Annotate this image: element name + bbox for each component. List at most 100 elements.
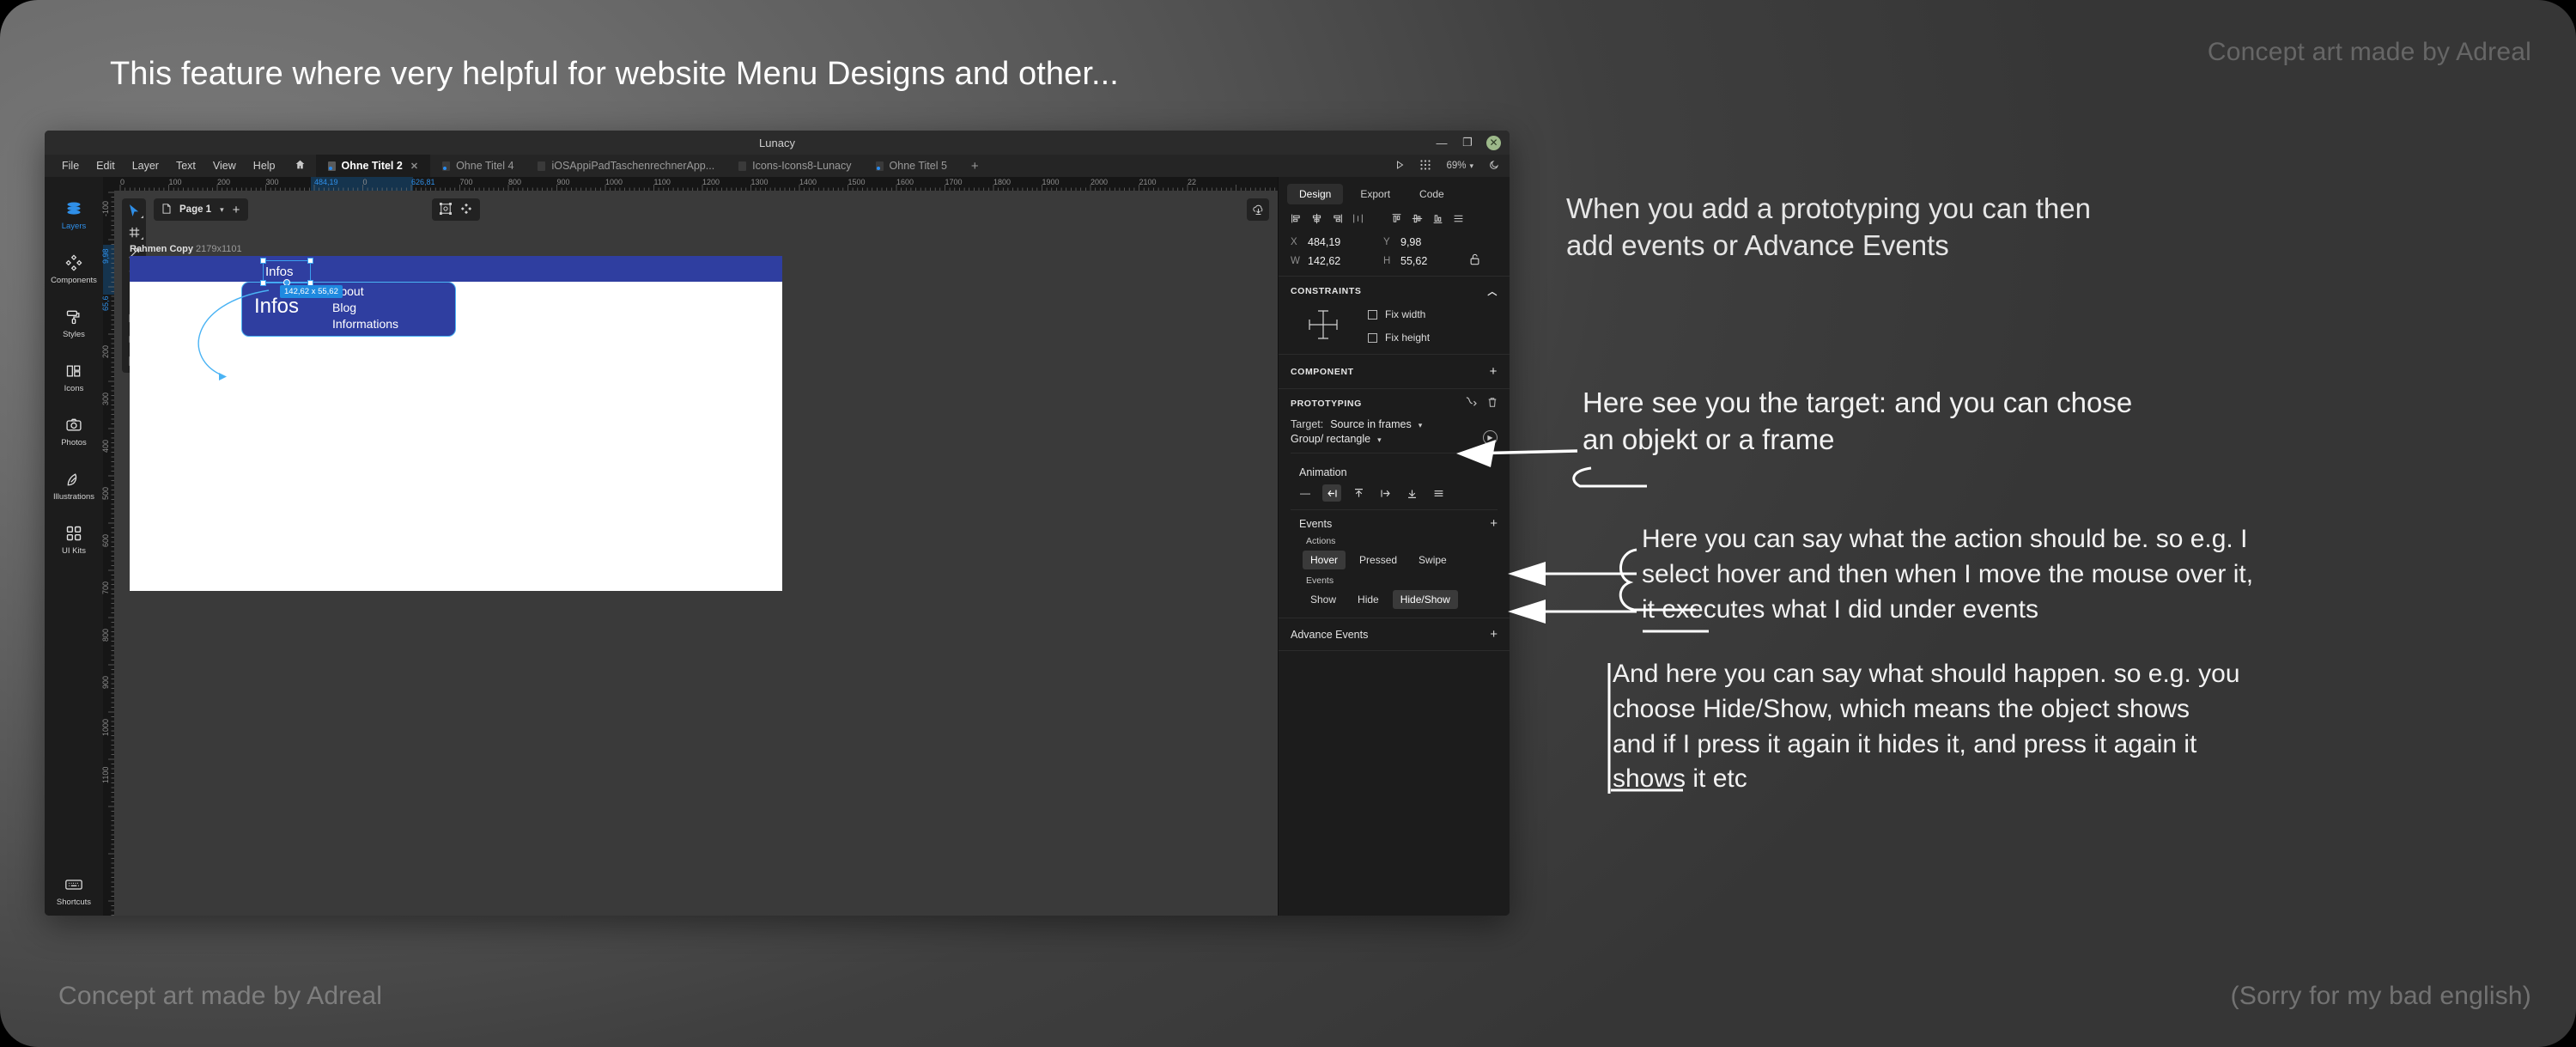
doc-tab-2[interactable]: iOSAppiPadTaschenrechnerApp... <box>526 155 726 177</box>
y-value[interactable]: 9,98 <box>1400 236 1476 248</box>
menu-file[interactable]: File <box>53 155 88 177</box>
file-dot-icon <box>538 161 546 171</box>
resize-handle[interactable] <box>260 258 266 264</box>
cloud-upload-icon[interactable] <box>1247 198 1269 221</box>
animation-menu-icon[interactable] <box>1429 484 1448 502</box>
sidebar-item-illustrations[interactable]: Illustrations <box>45 470 103 502</box>
trash-icon[interactable] <box>1487 397 1498 411</box>
align-bottom-icon[interactable] <box>1432 213 1443 227</box>
maximize-button[interactable]: ❐ <box>1461 136 1474 149</box>
chevron-down-icon[interactable]: ▾ <box>1377 435 1382 445</box>
sidebar-item-styles[interactable]: Styles <box>45 307 103 339</box>
sidebar-item-ui-kits[interactable]: UI Kits <box>45 524 103 556</box>
add-event-button[interactable]: + <box>1490 516 1498 531</box>
add-advance-event-button[interactable]: + <box>1490 627 1498 642</box>
dropdown-link[interactable]: Informations <box>332 318 398 330</box>
dark-mode-moon-icon[interactable] <box>1489 160 1499 173</box>
chevron-down-icon[interactable]: ▾ <box>220 205 224 215</box>
fix-width-checkbox[interactable]: Fix width <box>1368 308 1430 320</box>
page-selector[interactable]: Page 1 ▾ + <box>154 198 249 221</box>
doc-tab-3[interactable]: Icons-Icons8-Lunacy <box>726 155 863 177</box>
fix-height-label: Fix height <box>1385 332 1431 344</box>
animation-slide-down-icon[interactable] <box>1402 484 1421 502</box>
selection-bounding-box[interactable]: Infos <box>260 258 313 286</box>
icons-icon <box>64 362 83 380</box>
h-value[interactable]: 55,62 <box>1400 255 1476 267</box>
new-tab-button[interactable]: + <box>959 159 991 173</box>
play-icon[interactable]: ▶ <box>1483 430 1498 445</box>
components-diamond-icon[interactable] <box>460 203 472 217</box>
resize-handle[interactable] <box>260 280 266 286</box>
close-button[interactable]: ✕ <box>1486 135 1501 150</box>
sidebar-item-shortcuts[interactable]: Shortcuts <box>45 875 103 907</box>
menu-help[interactable]: Help <box>245 155 284 177</box>
more-align-icon[interactable] <box>1453 213 1464 227</box>
doc-tab-4[interactable]: Ohne Titel 5 <box>864 155 959 177</box>
menu-text[interactable]: Text <box>167 155 204 177</box>
event-hide-show[interactable]: Hide/Show <box>1392 590 1458 609</box>
artboard[interactable]: Infos About Blog Informations Infos 142,… <box>130 256 782 591</box>
sidebar-item-layers[interactable]: Layers <box>45 199 103 231</box>
select-tool[interactable] <box>125 203 143 218</box>
target-value-2[interactable]: Group/ rectangle <box>1291 433 1370 445</box>
chevron-down-icon[interactable]: ▾ <box>1469 161 1473 171</box>
animation-slide-left-icon[interactable] <box>1322 484 1341 502</box>
menu-edit[interactable]: Edit <box>88 155 124 177</box>
constraint-cross[interactable] <box>1291 307 1346 345</box>
action-swipe[interactable]: Swipe <box>1411 551 1455 569</box>
sidebar-item-components[interactable]: Components <box>45 253 103 285</box>
align-center-h-icon[interactable] <box>1311 213 1322 227</box>
doc-tab-0[interactable]: Ohne Titel 2 ✕ <box>315 155 431 177</box>
animation-options: — <box>1291 484 1498 502</box>
doc-tab-1[interactable]: Ohne Titel 4 <box>430 155 526 177</box>
home-icon[interactable] <box>284 159 316 173</box>
artboard-label: Rahmen Copy 2179x1101 <box>130 244 242 254</box>
tab-design[interactable]: Design <box>1287 184 1344 204</box>
minimize-button[interactable]: — <box>1435 136 1449 149</box>
dropdown-link[interactable]: Blog <box>332 301 398 313</box>
sidebar-item-icons[interactable]: Icons <box>45 362 103 393</box>
present-play-icon[interactable] <box>1394 160 1405 173</box>
animation-slide-right-icon[interactable] <box>1376 484 1394 502</box>
tab-export[interactable]: Export <box>1348 184 1402 204</box>
target-value[interactable]: Source in frames <box>1330 418 1411 430</box>
menu-layer[interactable]: Layer <box>124 155 167 177</box>
align-top-icon[interactable] <box>1391 213 1402 227</box>
inspector-tabs: Design Export Code <box>1279 177 1510 210</box>
align-middle-icon[interactable] <box>1412 213 1423 227</box>
doc-tab-label: Ohne Titel 4 <box>456 160 514 172</box>
design-canvas[interactable]: Page 1 ▾ + Rahmen Copy 2179x1101 Infos A… <box>114 191 1278 916</box>
prototype-link-icon[interactable] <box>1465 397 1477 411</box>
chevron-up-icon[interactable]: ︿ <box>1487 284 1498 298</box>
fix-height-checkbox[interactable]: Fix height <box>1368 332 1430 344</box>
shape-tool[interactable] <box>125 224 143 240</box>
animation-none-icon[interactable]: — <box>1296 484 1315 502</box>
doc-tab-label: Ohne Titel 5 <box>889 160 947 172</box>
w-value[interactable]: 142,62 <box>1308 255 1383 267</box>
x-value[interactable]: 484,19 <box>1308 236 1383 248</box>
menu-view[interactable]: View <box>204 155 245 177</box>
align-left-icon[interactable] <box>1291 213 1302 227</box>
action-pressed[interactable]: Pressed <box>1352 551 1405 569</box>
close-tab-icon[interactable]: ✕ <box>410 161 418 172</box>
animation-slide-up-icon[interactable] <box>1349 484 1368 502</box>
chevron-down-icon[interactable]: ▾ <box>1419 421 1423 430</box>
resize-handle[interactable] <box>307 258 313 264</box>
distribute-h-icon[interactable] <box>1352 213 1364 227</box>
sidebar-item-photos[interactable]: Photos <box>45 416 103 447</box>
zoom-level[interactable]: 69% <box>1446 161 1466 171</box>
tab-code[interactable]: Code <box>1407 184 1456 204</box>
event-hide[interactable]: Hide <box>1350 590 1387 609</box>
frame-select-icon[interactable] <box>439 202 453 217</box>
event-show[interactable]: Show <box>1303 590 1344 609</box>
checkbox-icon[interactable] <box>1368 332 1377 343</box>
unlocked-padlock-icon[interactable] <box>1469 253 1480 268</box>
add-component-button[interactable]: + <box>1490 364 1498 379</box>
add-page-button[interactable]: + <box>233 203 240 217</box>
sidebar-label: Photos <box>61 438 87 447</box>
checkbox-icon[interactable] <box>1368 309 1377 320</box>
sidebar-label: UI Kits <box>62 546 86 556</box>
grid-apps-icon[interactable] <box>1420 159 1431 173</box>
action-hover[interactable]: Hover <box>1303 551 1346 569</box>
align-right-icon[interactable] <box>1332 213 1343 227</box>
